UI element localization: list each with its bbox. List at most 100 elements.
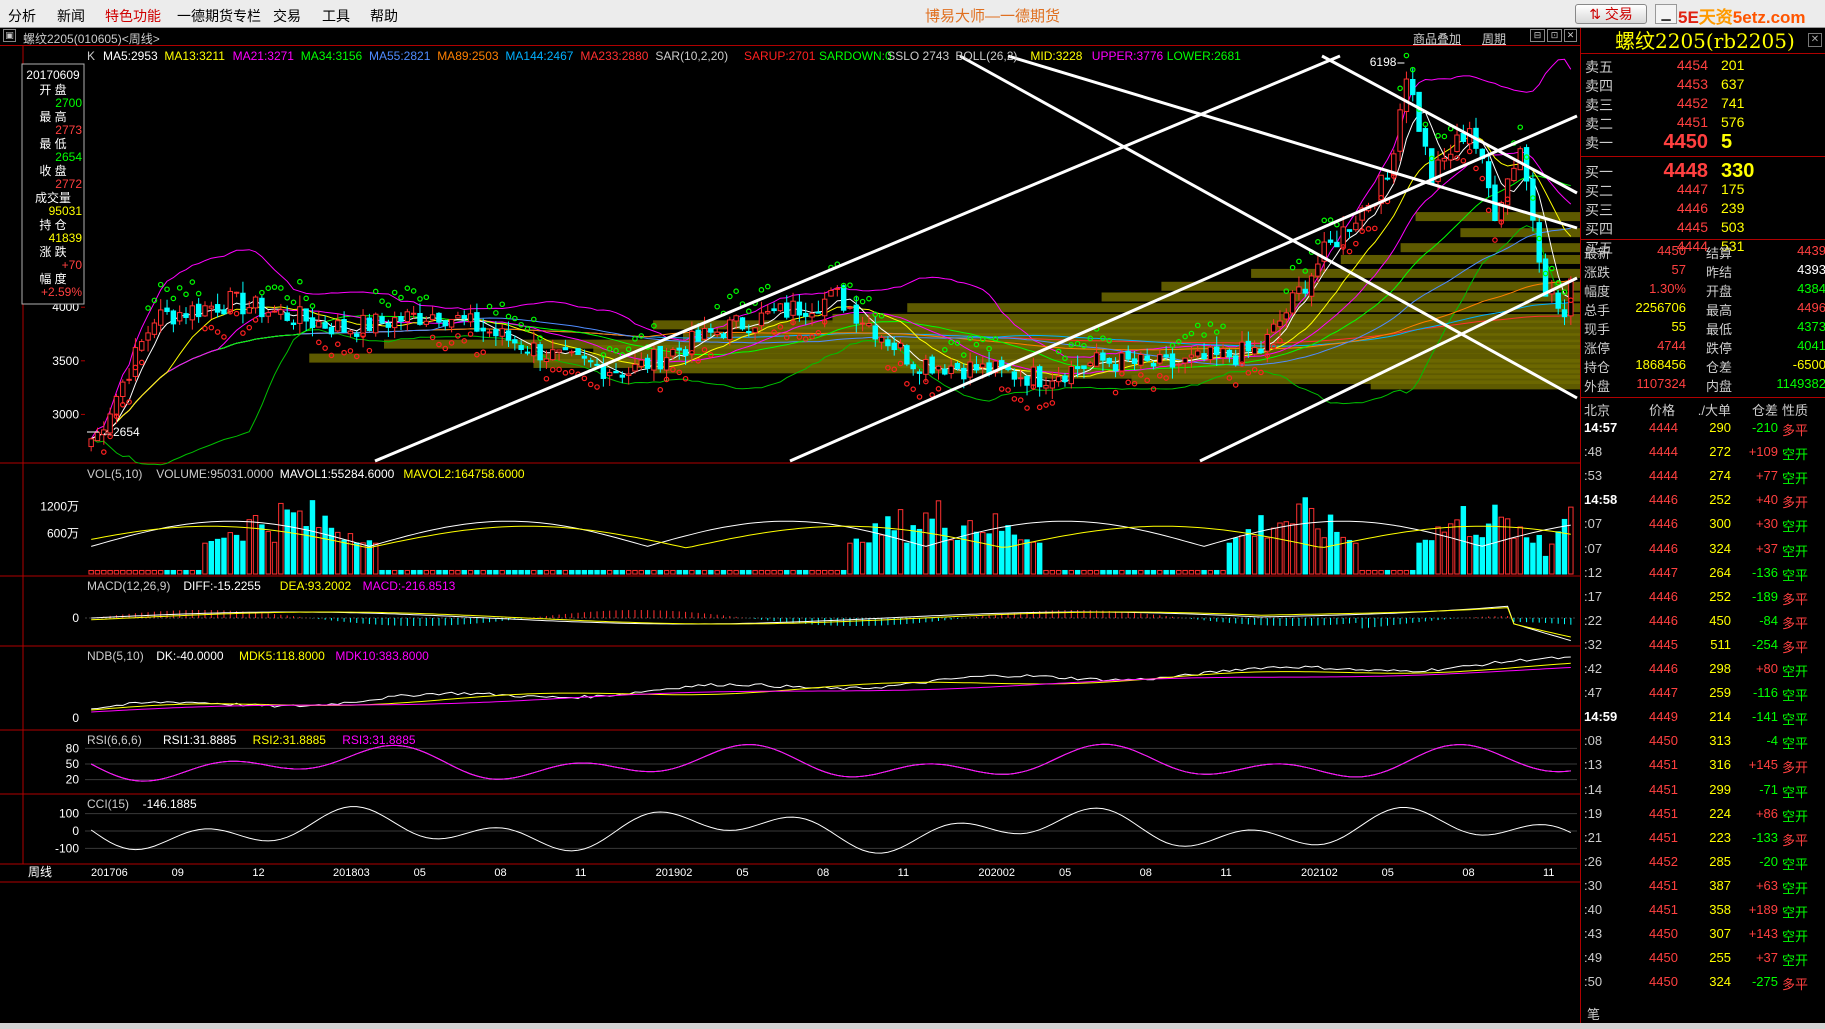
bid-row-price: 4445 [1676, 219, 1708, 235]
stat-row: 幅度 1.30% 开盘 4384 [1581, 281, 1825, 301]
rsi-tick-label: 80 [66, 741, 80, 755]
ask-row[interactable]: 卖四 4453 637 [1581, 76, 1825, 96]
legend-item: MA5:2953 [103, 49, 158, 63]
volume-bar [404, 569, 411, 575]
candle-body [575, 348, 581, 355]
ask-row[interactable]: 卖三 4452 741 [1581, 95, 1825, 115]
candle-body [1384, 177, 1391, 180]
volume-bar [474, 569, 480, 575]
x-axis-label: 201902 [656, 867, 693, 879]
tick-cell: 316 [1709, 757, 1731, 773]
volume-bar [1511, 537, 1517, 575]
volume-bar [1454, 519, 1460, 575]
ask-row[interactable]: 卖五 4454 201 [1581, 57, 1825, 77]
candle-body [480, 327, 486, 332]
tick-cell: +86 [1755, 805, 1778, 821]
candle-body [651, 348, 657, 371]
candle-body [189, 305, 196, 321]
trade-button[interactable]: ⇅ 交易 [1575, 4, 1647, 24]
vol-tick-label: 600万 [47, 526, 79, 540]
candle-body [442, 320, 448, 327]
volume-bar [916, 528, 923, 575]
candle-body [1296, 286, 1302, 294]
stat-value: 4393 [1797, 262, 1825, 277]
candle-body [1397, 109, 1403, 152]
candle-body [524, 351, 531, 354]
volume-bar [1112, 569, 1119, 575]
menu-news[interactable]: 新闻 [57, 6, 85, 26]
ask-row-volume: 5 [1721, 131, 1733, 153]
quote-title: 螺纹2205(rb2205) [1581, 28, 1825, 54]
candle-body [1011, 371, 1018, 380]
candle-body [929, 356, 935, 374]
candle-body [714, 331, 720, 336]
candle-body [290, 322, 297, 326]
volume-bar [259, 524, 265, 575]
stat-label: 开盘 [1706, 284, 1733, 299]
candle-body [1138, 353, 1144, 366]
volume-bar [1384, 569, 1391, 575]
menu-tools[interactable]: 工具 [322, 6, 350, 26]
candlestick-chart[interactable]: 6198←2654400035003000K MA5:2953 MA13:3211 M… [0, 28, 1580, 1023]
bid-row-label: 买三 [1585, 202, 1613, 218]
ask-row-price: 4450 [1663, 131, 1709, 153]
menu-trade[interactable]: 交易 [273, 6, 301, 26]
candle-body [214, 304, 221, 313]
menu-special-features[interactable]: 特色功能 [105, 6, 161, 26]
tick-cell: 4446 [1649, 612, 1678, 628]
legend-item: MA144:2467 [505, 49, 573, 63]
close-icon[interactable]: ✕ [1808, 33, 1822, 47]
candle-body [94, 431, 101, 442]
candle-body [587, 360, 594, 363]
volume-bar [695, 569, 701, 575]
menu-yide-column[interactable]: 一德期货专栏 [177, 6, 261, 26]
x-axis-label: 05 [414, 867, 426, 879]
candle-body [1270, 323, 1277, 333]
volume-bar [771, 569, 777, 575]
volume-bar [1334, 531, 1340, 575]
volume-bar [575, 569, 581, 575]
candle-body [853, 304, 860, 324]
legend-item: LOWER:2681 [1167, 49, 1241, 63]
volume-bar [1138, 569, 1144, 575]
tick-cell: 空开 [1782, 953, 1809, 969]
volume-bar [1150, 569, 1157, 575]
tick-cell: 214 [1709, 709, 1731, 725]
ask-row-label: 卖五 [1585, 59, 1613, 75]
volume-bar [436, 569, 442, 575]
x-axis-label: 05 [1059, 867, 1071, 879]
tick-cell: 多平 [1782, 423, 1809, 438]
stat-label: 昨结 [1706, 265, 1733, 280]
stat-row: 现手 55 最低 4373 [1581, 319, 1825, 339]
volume-bar [1093, 569, 1100, 575]
volume-bar [1100, 569, 1106, 575]
legend-item: MA89:2503 [437, 49, 499, 63]
info-field-value: 2654 [55, 150, 82, 164]
bid-row[interactable]: 买三 4446 239 [1581, 200, 1825, 220]
candle-body [113, 395, 120, 416]
legend-item: SSLO 2743 [887, 49, 949, 63]
tick-cell: -20 [1759, 853, 1778, 869]
tick-cell: +77 [1755, 468, 1778, 484]
menu-help[interactable]: 帮助 [370, 6, 398, 26]
volume-bar [1106, 569, 1112, 575]
menu-analysis[interactable]: 分析 [8, 6, 36, 26]
tick-footer[interactable]: 笔 [1587, 1004, 1600, 1023]
tick-cell: 多开 [1782, 495, 1809, 511]
volume-bar [1555, 531, 1561, 575]
candle-body [227, 290, 233, 312]
volume-bar [1226, 542, 1233, 575]
legend-item: MA34:3156 [301, 49, 363, 63]
bid-row[interactable]: 买四 4445 503 [1581, 219, 1825, 239]
candle-body [663, 357, 670, 371]
minimize-button[interactable]: ▁ [1655, 4, 1677, 24]
bid-row[interactable]: 买一 4448 330 [1581, 160, 1825, 182]
tick-cell: 313 [1709, 733, 1731, 749]
ask-row-volume: 637 [1721, 76, 1745, 92]
info-field-value: +70 [62, 258, 83, 272]
bid-row[interactable]: 买二 4447 175 [1581, 181, 1825, 201]
ask-row[interactable]: 卖一 4450 5 [1581, 131, 1825, 153]
tick-cell: 252 [1709, 588, 1731, 604]
tick-cell: :48 [1584, 444, 1603, 460]
cci-tick-label: -100 [55, 841, 79, 855]
